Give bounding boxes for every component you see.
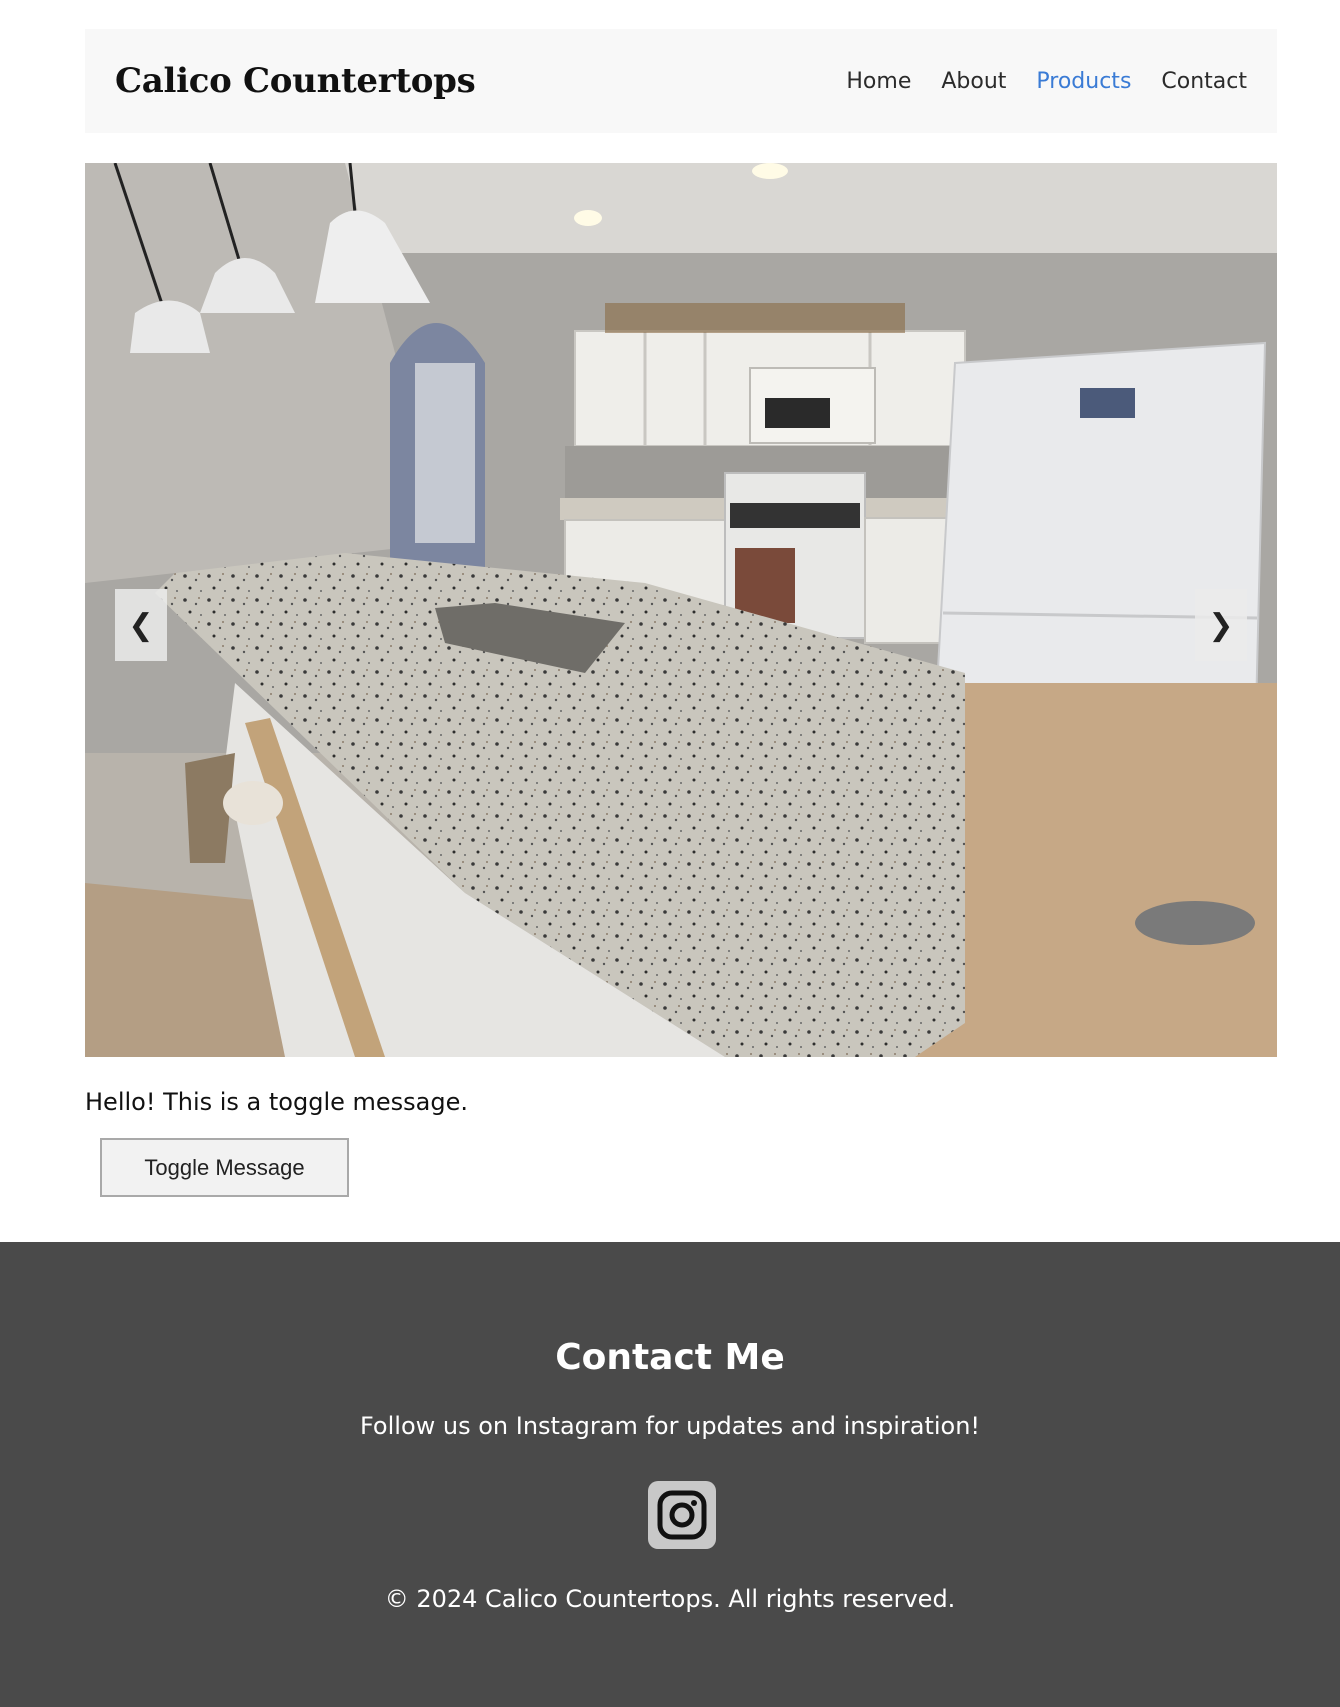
carousel-prev-button[interactable]: ❮ (115, 589, 167, 661)
footer-follow-text: Follow us on Instagram for updates and i… (359, 1412, 981, 1440)
nav-products[interactable]: Products (1036, 69, 1131, 94)
nav-contact[interactable]: Contact (1161, 69, 1247, 94)
instagram-icon[interactable] (648, 1481, 716, 1549)
toggle-message-text: Hello! This is a toggle message. (85, 1088, 469, 1116)
instagram-glyph (657, 1490, 707, 1540)
page: Calico Countertops Home About Products C… (0, 0, 1340, 1707)
nav-about[interactable]: About (941, 69, 1006, 94)
carousel-image-kitchen (85, 163, 1277, 1057)
site-header: Calico Countertops Home About Products C… (85, 29, 1277, 133)
site-logo[interactable]: Calico Countertops (115, 61, 476, 101)
nav-home[interactable]: Home (846, 69, 911, 94)
footer-title: Contact Me (555, 1337, 785, 1378)
toggle-message-button[interactable]: Toggle Message (100, 1138, 349, 1197)
image-carousel: ❮ ❯ (85, 163, 1277, 1057)
site-footer: Contact Me Follow us on Instagram for up… (0, 1242, 1340, 1707)
main-nav: Home About Products Contact (846, 69, 1247, 94)
carousel-next-button[interactable]: ❯ (1195, 589, 1247, 661)
footer-copyright: © 2024 Calico Countertops. All rights re… (384, 1585, 956, 1613)
